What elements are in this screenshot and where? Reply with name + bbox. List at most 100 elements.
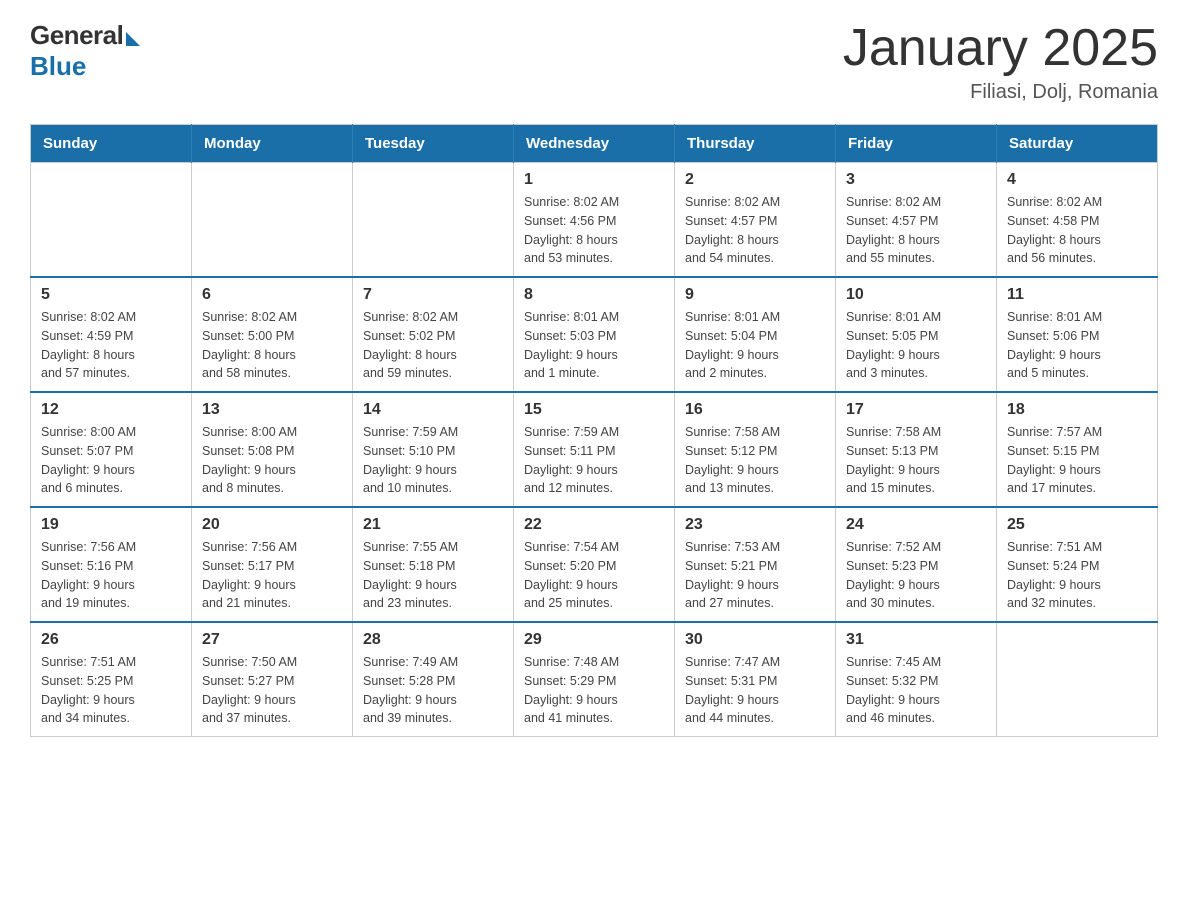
- day-number: 28: [363, 631, 503, 649]
- calendar-cell: 4Sunrise: 8:02 AM Sunset: 4:58 PM Daylig…: [997, 163, 1158, 278]
- day-number: 8: [524, 286, 664, 304]
- day-number: 5: [41, 286, 181, 304]
- day-number: 15: [524, 401, 664, 419]
- day-header-wednesday: Wednesday: [514, 125, 675, 163]
- calendar-cell: 26Sunrise: 7:51 AM Sunset: 5:25 PM Dayli…: [31, 622, 192, 737]
- calendar-cell: 11 Sunrise: 8:01 AM Sunset: 5:06 PM Dayli…: [997, 277, 1158, 392]
- calendar-cell: [997, 622, 1158, 737]
- calendar-table: SundayMondayTuesdayWednesdayThursdayFrid…: [30, 124, 1158, 737]
- title-area: January 2025 Filiasi, Dolj, Romania: [843, 20, 1158, 104]
- day-header-friday: Friday: [836, 125, 997, 163]
- day-info: Sunrise: 8:00 AM Sunset: 5:08 PM Dayligh…: [202, 423, 342, 498]
- calendar-cell: 28Sunrise: 7:49 AM Sunset: 5:28 PM Dayli…: [353, 622, 514, 737]
- day-info: Sunrise: 7:45 AM Sunset: 5:32 PM Dayligh…: [846, 653, 986, 728]
- calendar-cell: [353, 163, 514, 278]
- day-info: Sunrise: 7:55 AM Sunset: 5:18 PM Dayligh…: [363, 538, 503, 613]
- calendar-subtitle: Filiasi, Dolj, Romania: [843, 81, 1158, 104]
- day-info: Sunrise: 7:52 AM Sunset: 5:23 PM Dayligh…: [846, 538, 986, 613]
- day-info: Sunrise: 7:57 AM Sunset: 5:15 PM Dayligh…: [1007, 423, 1147, 498]
- day-info: Sunrise: 7:50 AM Sunset: 5:27 PM Dayligh…: [202, 653, 342, 728]
- day-number: 13: [202, 401, 342, 419]
- week-row-5: 26Sunrise: 7:51 AM Sunset: 5:25 PM Dayli…: [31, 622, 1158, 737]
- calendar-cell: 1Sunrise: 8:02 AM Sunset: 4:56 PM Daylig…: [514, 163, 675, 278]
- calendar-cell: 31 Sunrise: 7:45 AM Sunset: 5:32 PM Dayli…: [836, 622, 997, 737]
- day-number: 4: [1007, 171, 1147, 189]
- day-info: Sunrise: 7:58 AM Sunset: 5:12 PM Dayligh…: [685, 423, 825, 498]
- week-row-2: 5 Sunrise: 8:02 AM Sunset: 4:59 PM Daylig…: [31, 277, 1158, 392]
- day-info: Sunrise: 8:01 AM Sunset: 5:05 PM Dayligh…: [846, 308, 986, 383]
- calendar-cell: 5 Sunrise: 8:02 AM Sunset: 4:59 PM Daylig…: [31, 277, 192, 392]
- day-number: 20: [202, 516, 342, 534]
- day-number: 14: [363, 401, 503, 419]
- day-info: Sunrise: 7:56 AM Sunset: 5:17 PM Dayligh…: [202, 538, 342, 613]
- day-number: 18: [1007, 401, 1147, 419]
- calendar-cell: [31, 163, 192, 278]
- day-info: Sunrise: 8:02 AM Sunset: 5:02 PM Dayligh…: [363, 308, 503, 383]
- day-info: Sunrise: 7:53 AM Sunset: 5:21 PM Dayligh…: [685, 538, 825, 613]
- calendar-cell: 22Sunrise: 7:54 AM Sunset: 5:20 PM Dayli…: [514, 507, 675, 622]
- day-number: 12: [41, 401, 181, 419]
- day-number: 25: [1007, 516, 1147, 534]
- calendar-cell: 9 Sunrise: 8:01 AM Sunset: 5:04 PM Daylig…: [675, 277, 836, 392]
- day-info: Sunrise: 7:51 AM Sunset: 5:24 PM Dayligh…: [1007, 538, 1147, 613]
- calendar-cell: 16 Sunrise: 7:58 AM Sunset: 5:12 PM Dayli…: [675, 392, 836, 507]
- calendar-header: SundayMondayTuesdayWednesdayThursdayFrid…: [31, 125, 1158, 163]
- calendar-cell: 15 Sunrise: 7:59 AM Sunset: 5:11 PM Dayli…: [514, 392, 675, 507]
- calendar-cell: 17 Sunrise: 7:58 AM Sunset: 5:13 PM Dayli…: [836, 392, 997, 507]
- day-number: 16: [685, 401, 825, 419]
- calendar-cell: 27Sunrise: 7:50 AM Sunset: 5:27 PM Dayli…: [192, 622, 353, 737]
- day-number: 23: [685, 516, 825, 534]
- day-number: 9: [685, 286, 825, 304]
- day-info: Sunrise: 7:56 AM Sunset: 5:16 PM Dayligh…: [41, 538, 181, 613]
- calendar-cell: 13 Sunrise: 8:00 AM Sunset: 5:08 PM Dayli…: [192, 392, 353, 507]
- day-info: Sunrise: 7:58 AM Sunset: 5:13 PM Dayligh…: [846, 423, 986, 498]
- week-row-1: 1Sunrise: 8:02 AM Sunset: 4:56 PM Daylig…: [31, 163, 1158, 278]
- calendar-title: January 2025: [843, 20, 1158, 77]
- calendar-cell: 25 Sunrise: 7:51 AM Sunset: 5:24 PM Dayli…: [997, 507, 1158, 622]
- calendar-cell: 18 Sunrise: 7:57 AM Sunset: 5:15 PM Dayli…: [997, 392, 1158, 507]
- calendar-cell: 7 Sunrise: 8:02 AM Sunset: 5:02 PM Daylig…: [353, 277, 514, 392]
- day-number: 6: [202, 286, 342, 304]
- calendar-cell: 12 Sunrise: 8:00 AM Sunset: 5:07 PM Dayli…: [31, 392, 192, 507]
- day-info: Sunrise: 8:02 AM Sunset: 4:59 PM Dayligh…: [41, 308, 181, 383]
- day-info: Sunrise: 7:59 AM Sunset: 5:11 PM Dayligh…: [524, 423, 664, 498]
- calendar-cell: 3Sunrise: 8:02 AM Sunset: 4:57 PM Daylig…: [836, 163, 997, 278]
- logo-general-text: General: [30, 20, 123, 51]
- calendar-cell: 30Sunrise: 7:47 AM Sunset: 5:31 PM Dayli…: [675, 622, 836, 737]
- day-info: Sunrise: 8:02 AM Sunset: 4:56 PM Dayligh…: [524, 193, 664, 268]
- day-info: Sunrise: 8:01 AM Sunset: 5:04 PM Dayligh…: [685, 308, 825, 383]
- day-info: Sunrise: 8:02 AM Sunset: 4:57 PM Dayligh…: [685, 193, 825, 268]
- day-info: Sunrise: 8:01 AM Sunset: 5:03 PM Dayligh…: [524, 308, 664, 383]
- week-row-3: 12 Sunrise: 8:00 AM Sunset: 5:07 PM Dayli…: [31, 392, 1158, 507]
- day-number: 2: [685, 171, 825, 189]
- week-row-4: 19Sunrise: 7:56 AM Sunset: 5:16 PM Dayli…: [31, 507, 1158, 622]
- calendar-cell: 21 Sunrise: 7:55 AM Sunset: 5:18 PM Dayli…: [353, 507, 514, 622]
- logo-blue-text: Blue: [30, 51, 86, 82]
- day-info: Sunrise: 8:02 AM Sunset: 4:57 PM Dayligh…: [846, 193, 986, 268]
- header-row: SundayMondayTuesdayWednesdayThursdayFrid…: [31, 125, 1158, 163]
- day-number: 11: [1007, 286, 1147, 304]
- day-info: Sunrise: 7:47 AM Sunset: 5:31 PM Dayligh…: [685, 653, 825, 728]
- day-number: 7: [363, 286, 503, 304]
- day-header-monday: Monday: [192, 125, 353, 163]
- day-number: 24: [846, 516, 986, 534]
- day-header-sunday: Sunday: [31, 125, 192, 163]
- day-info: Sunrise: 8:00 AM Sunset: 5:07 PM Dayligh…: [41, 423, 181, 498]
- day-info: Sunrise: 8:01 AM Sunset: 5:06 PM Dayligh…: [1007, 308, 1147, 383]
- day-header-thursday: Thursday: [675, 125, 836, 163]
- day-number: 31: [846, 631, 986, 649]
- day-number: 29: [524, 631, 664, 649]
- day-number: 17: [846, 401, 986, 419]
- calendar-body: 1Sunrise: 8:02 AM Sunset: 4:56 PM Daylig…: [31, 163, 1158, 737]
- calendar-cell: 19Sunrise: 7:56 AM Sunset: 5:16 PM Dayli…: [31, 507, 192, 622]
- calendar-cell: 6Sunrise: 8:02 AM Sunset: 5:00 PM Daylig…: [192, 277, 353, 392]
- calendar-cell: 29Sunrise: 7:48 AM Sunset: 5:29 PM Dayli…: [514, 622, 675, 737]
- calendar-cell: 8 Sunrise: 8:01 AM Sunset: 5:03 PM Daylig…: [514, 277, 675, 392]
- calendar-cell: 23 Sunrise: 7:53 AM Sunset: 5:21 PM Dayli…: [675, 507, 836, 622]
- calendar-cell: 14Sunrise: 7:59 AM Sunset: 5:10 PM Dayli…: [353, 392, 514, 507]
- calendar-cell: 2 Sunrise: 8:02 AM Sunset: 4:57 PM Daylig…: [675, 163, 836, 278]
- day-info: Sunrise: 7:54 AM Sunset: 5:20 PM Dayligh…: [524, 538, 664, 613]
- day-number: 21: [363, 516, 503, 534]
- day-number: 10: [846, 286, 986, 304]
- day-header-tuesday: Tuesday: [353, 125, 514, 163]
